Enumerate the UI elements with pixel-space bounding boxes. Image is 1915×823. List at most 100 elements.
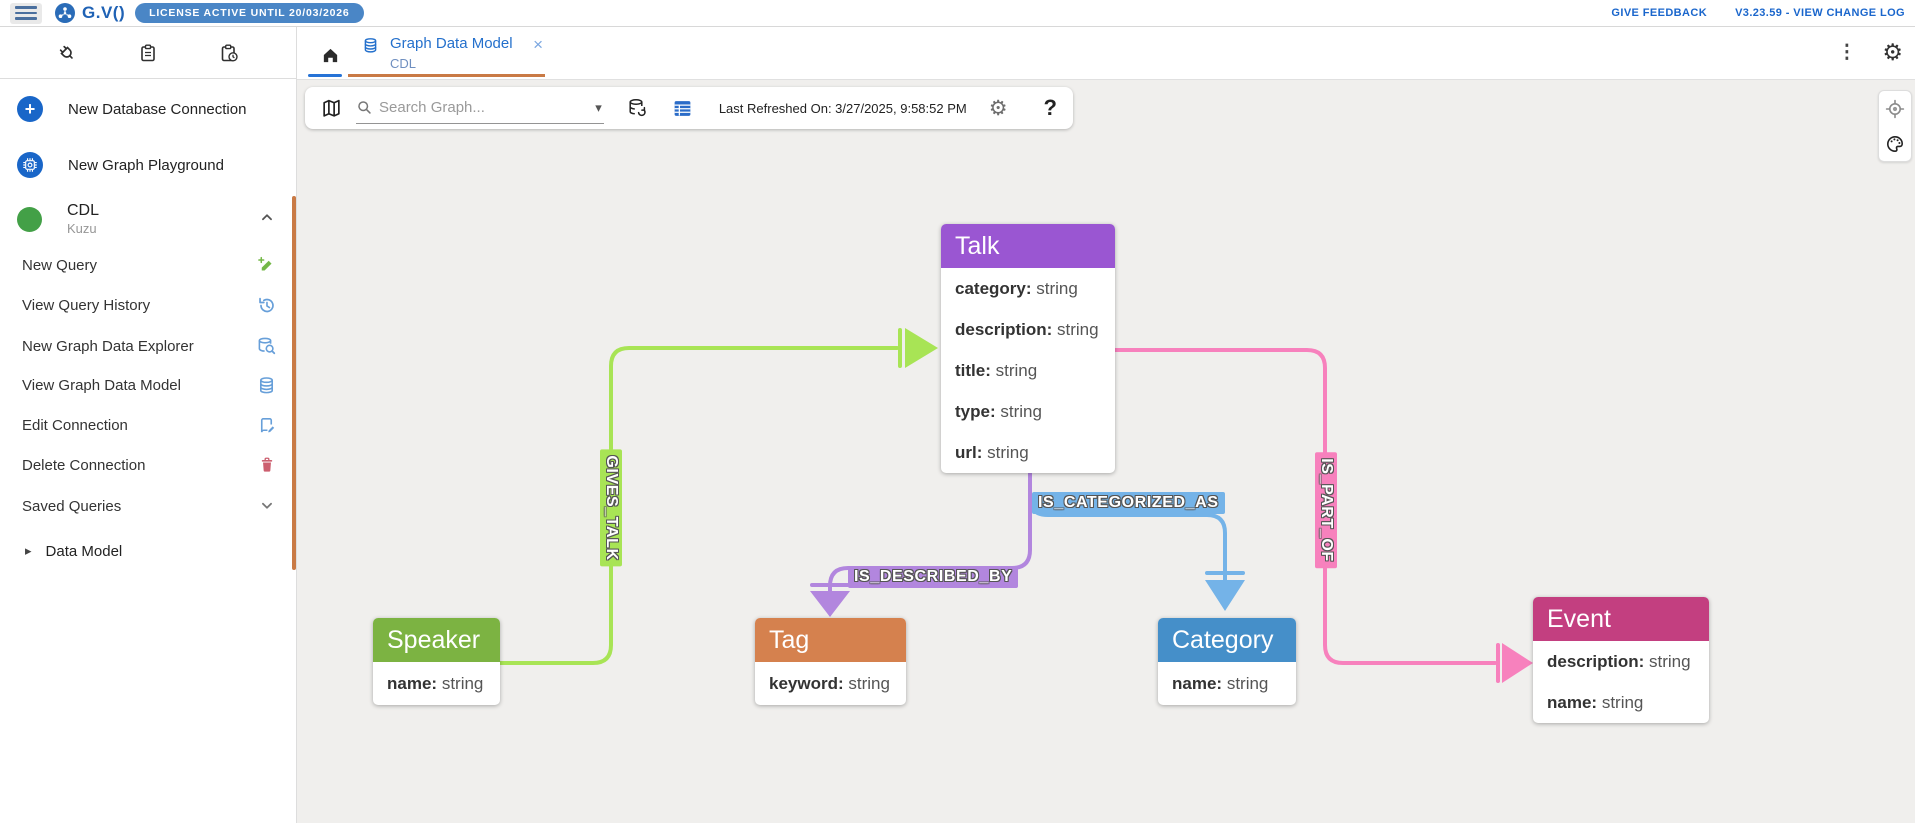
sidebar-item-edit-connection[interactable]: Edit Connection [0, 405, 296, 445]
canvas-controls [1878, 90, 1912, 162]
table-view-button[interactable] [672, 98, 693, 119]
sidebar: New Database Connection New Graph Playgr… [0, 27, 297, 823]
node-category[interactable]: Category namestring [1158, 618, 1296, 705]
center-graph-button[interactable] [1880, 94, 1910, 124]
sidebar-item-view-query-history[interactable]: View Query History [0, 285, 296, 325]
edge-label-gives-talk[interactable]: GIVES_TALK [600, 449, 622, 566]
connection-name: CDL [67, 201, 99, 221]
plug-icon [57, 43, 77, 63]
node-title: Category [1172, 626, 1273, 655]
scheduled-queries-tab-button[interactable] [212, 36, 246, 70]
tab-subtitle: CDL [390, 56, 416, 71]
new-database-connection-label: New Database Connection [68, 101, 246, 118]
tab-title: Graph Data Model [390, 35, 513, 52]
chevron-up-icon[interactable] [258, 208, 276, 231]
hamburger-menu-icon[interactable] [10, 3, 42, 24]
connection-row-cdl[interactable]: CDL Kuzu [0, 193, 296, 245]
node-title: Event [1547, 605, 1611, 634]
node-title: Speaker [387, 626, 480, 655]
tab-graph-data-model[interactable]: Graph Data Model × CDL [348, 27, 545, 77]
toolbar-settings-gear-icon[interactable]: ⚙ [989, 98, 1008, 119]
node-property: namestring [1533, 682, 1709, 723]
plus-circle-icon [17, 96, 43, 122]
edge-label-is-described-by[interactable]: IS_DESCRIBED_BY [848, 566, 1018, 588]
node-header[interactable]: Talk [941, 224, 1115, 268]
sidebar-tab-strip [0, 27, 296, 79]
map-icon [321, 98, 342, 119]
node-header[interactable]: Event [1533, 597, 1709, 641]
search-box[interactable]: ▾ [356, 92, 604, 124]
node-event[interactable]: Event descriptionstring namestring [1533, 597, 1709, 723]
refresh-schema-button[interactable] [626, 97, 648, 119]
node-property: descriptionstring [941, 309, 1115, 350]
node-header[interactable]: Speaker [373, 618, 500, 662]
queries-tab-button[interactable] [131, 36, 165, 70]
settings-gear-icon[interactable]: ⚙ [1882, 41, 1903, 64]
arrowhead [1502, 643, 1533, 683]
edge-label-is-part-of[interactable]: IS_PART_OF [1315, 452, 1337, 568]
node-speaker[interactable]: Speaker namestring [373, 618, 500, 705]
palette-icon [1885, 134, 1905, 154]
sidebar-item-saved-queries[interactable]: Saved Queries [0, 486, 296, 526]
node-header[interactable]: Tag [755, 618, 906, 662]
search-input[interactable] [379, 99, 589, 116]
node-title: Talk [955, 232, 999, 261]
new-database-connection-button[interactable]: New Database Connection [0, 83, 296, 135]
graph-canvas[interactable]: GIVES_TALK IS_CATEGORIZED_AS IS_DESCRIBE… [297, 80, 1915, 823]
home-icon [321, 46, 340, 65]
give-feedback-link[interactable]: GIVE FEEDBACK [1611, 7, 1707, 19]
node-property: urlstring [941, 432, 1115, 473]
active-tab-indicator [348, 74, 545, 77]
sidebar-item-view-graph-data-model[interactable]: View Graph Data Model [0, 365, 296, 405]
node-property: categorystring [941, 268, 1115, 309]
database-sync-icon [626, 97, 648, 119]
version-changelog-link[interactable]: V3.23.59 - VIEW CHANGE LOG [1735, 7, 1905, 19]
edge-is-described-by[interactable] [810, 474, 1030, 617]
node-talk[interactable]: Talk categorystring descriptionstring ti… [941, 224, 1115, 473]
active-connection-indicator [292, 196, 296, 570]
database-search-icon [256, 336, 276, 356]
tree-item-data-model[interactable]: ▸ Data Model [0, 531, 296, 571]
node-title: Tag [769, 626, 809, 655]
dropdown-caret-icon[interactable]: ▾ [595, 100, 604, 116]
arrowhead [905, 328, 938, 368]
home-tab-button[interactable] [313, 38, 347, 72]
database-icon [362, 37, 379, 59]
sidebar-item-new-query[interactable]: New Query [0, 245, 296, 285]
clipboard-clock-icon [219, 43, 239, 63]
last-refreshed-text: Last Refreshed On: 3/27/2025, 9:58:52 PM [719, 101, 967, 116]
pencil-plus-icon [257, 256, 276, 275]
graph-toolbar: ▾ Last Refreshed On: 3/27 [305, 87, 1073, 129]
edge-label-is-categorized-as[interactable]: IS_CATEGORIZED_AS [1032, 492, 1225, 514]
edge-gives-talk[interactable] [500, 328, 938, 663]
sidebar-item-new-graph-data-explorer[interactable]: New Graph Data Explorer [0, 326, 296, 366]
arrowhead [810, 591, 850, 617]
connections-tab-button[interactable] [50, 36, 84, 70]
node-header[interactable]: Category [1158, 618, 1296, 662]
sidebar-item-delete-connection[interactable]: Delete Connection [0, 445, 296, 485]
chevron-down-icon [258, 497, 276, 515]
expand-triangle-icon[interactable]: ▸ [25, 543, 32, 559]
legend-map-button[interactable] [321, 98, 342, 119]
book-edit-icon [257, 416, 276, 435]
new-graph-playground-label: New Graph Playground [68, 157, 224, 174]
new-graph-playground-button[interactable]: New Graph Playground [0, 139, 296, 191]
table-icon [672, 98, 693, 119]
database-icon [257, 376, 276, 395]
style-palette-button[interactable] [1880, 129, 1910, 159]
node-tag[interactable]: Tag keywordstring [755, 618, 906, 705]
close-icon[interactable]: × [533, 35, 543, 55]
logo-graph-icon [54, 2, 76, 24]
app-logo: G.V() [54, 2, 125, 24]
tab-bar: Graph Data Model × CDL ⋮ ⚙ [297, 27, 1915, 80]
connection-engine: Kuzu [67, 221, 99, 237]
node-property: keywordstring [755, 662, 906, 705]
node-property: descriptionstring [1533, 641, 1709, 682]
clipboard-icon [138, 43, 158, 63]
kebab-menu-icon[interactable]: ⋮ [1837, 41, 1856, 64]
history-icon [257, 296, 276, 315]
help-button[interactable]: ? [1044, 95, 1057, 121]
arrowhead [1205, 580, 1245, 611]
node-property: namestring [373, 662, 500, 705]
connection-status-icon [17, 207, 42, 232]
